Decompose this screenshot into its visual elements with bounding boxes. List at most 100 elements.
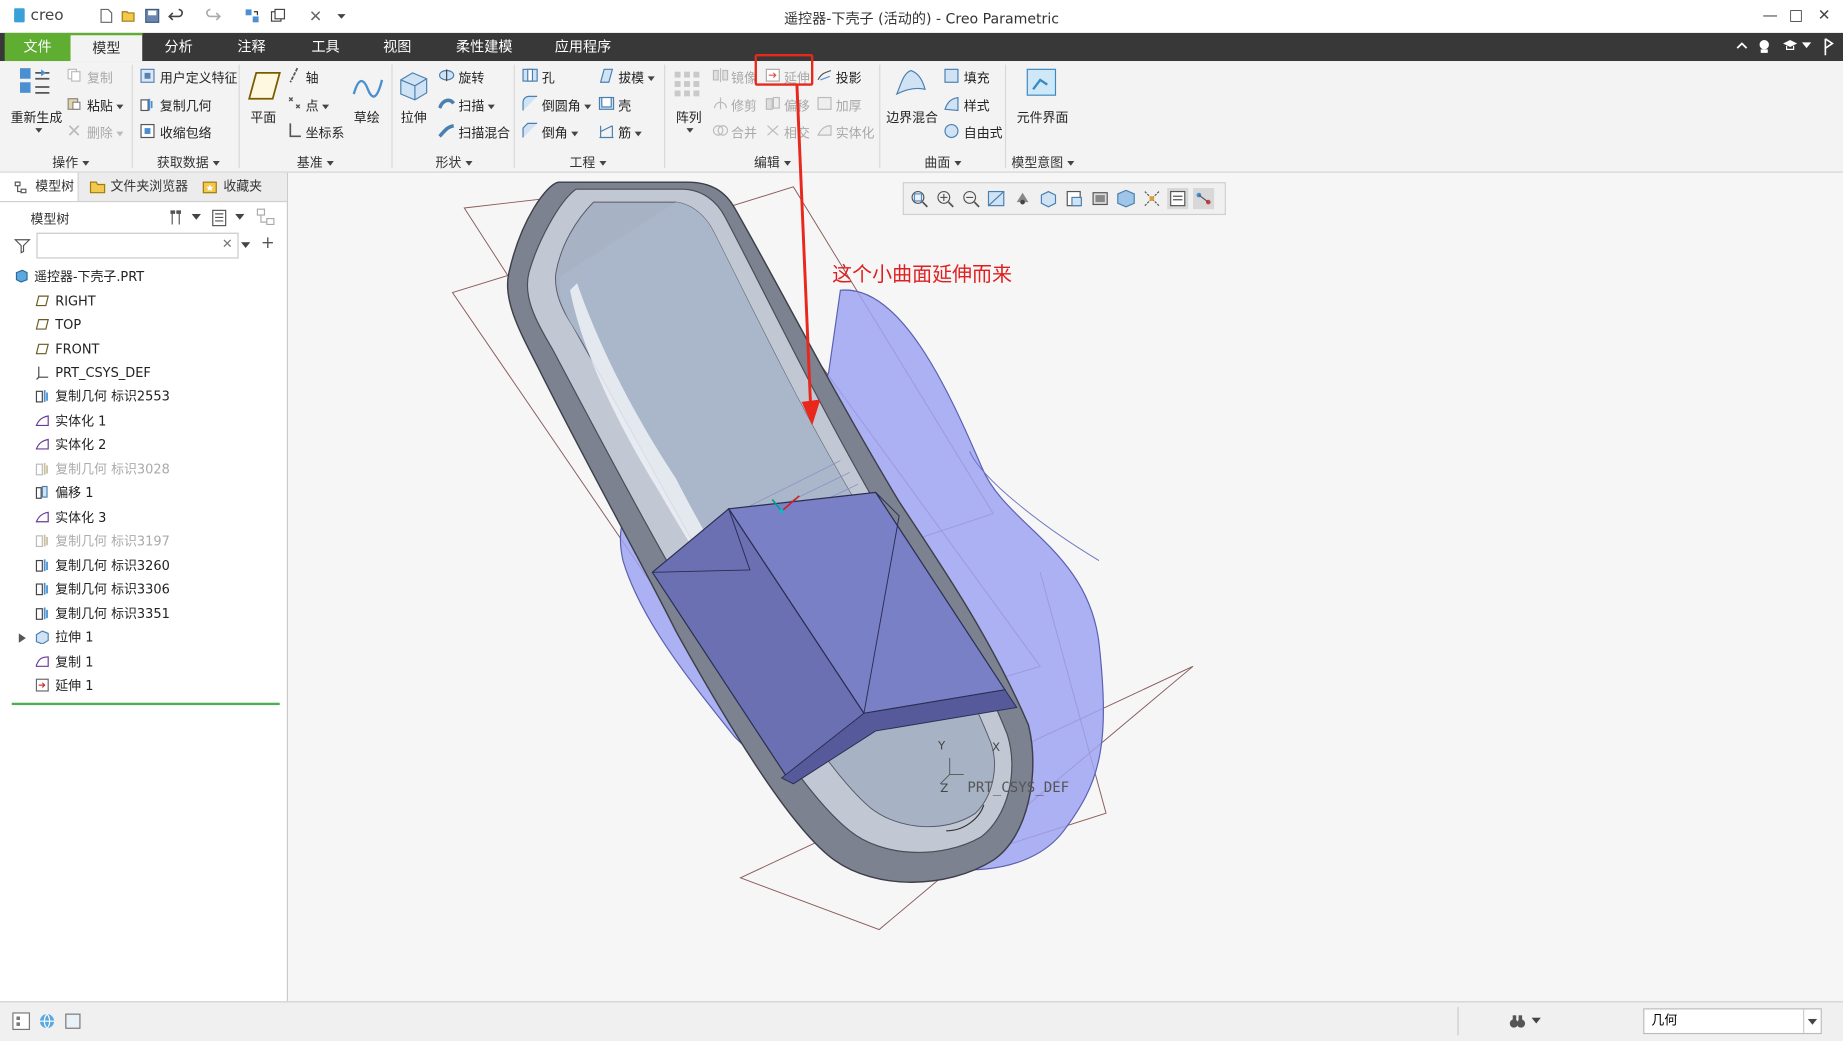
windows-icon[interactable]	[270, 8, 286, 23]
point-button[interactable]: 点	[306, 96, 330, 115]
perspective-icon[interactable]	[1115, 188, 1136, 209]
user-defined-feature-button[interactable]: 用户定义特征	[160, 68, 238, 87]
operations-group-label[interactable]: 操作	[35, 153, 106, 172]
view-manager-icon[interactable]	[1064, 188, 1085, 209]
tree-item-solidify-2[interactable]: 实体化 2	[35, 435, 106, 456]
tab-analysis[interactable]: 分析	[148, 33, 209, 61]
copy-button[interactable]: 复制	[87, 68, 113, 87]
paste-button[interactable]: 粘贴	[87, 96, 124, 115]
show-dropdown-icon[interactable]	[235, 213, 245, 221]
tab-tools[interactable]: 工具	[295, 33, 356, 61]
zoom-out-icon[interactable]	[960, 188, 981, 209]
tree-item-solidify-1[interactable]: 实体化 1	[35, 411, 106, 432]
search-dropdown-icon[interactable]	[240, 242, 251, 249]
undo-icon[interactable]	[168, 8, 183, 23]
zoom-in-icon[interactable]	[934, 188, 955, 209]
find-icon[interactable]	[1508, 1012, 1527, 1031]
redo-icon[interactable]	[206, 8, 221, 23]
chamfer-button[interactable]: 倒角	[542, 123, 579, 142]
merge-button[interactable]: 合并	[731, 123, 757, 142]
engineering-group-label[interactable]: 工程	[552, 153, 623, 172]
creo-logo[interactable]: creo	[14, 7, 64, 25]
sweep-button[interactable]: 扫描	[458, 96, 495, 115]
tree-settings-dropdown-icon[interactable]	[191, 213, 201, 221]
tree-item-solidify-3[interactable]: 实体化 3	[35, 508, 106, 529]
tree-settings-icon[interactable]	[167, 208, 186, 227]
solidify-button[interactable]: 实体化	[836, 123, 875, 142]
selection-filter-select[interactable]: 几何	[1643, 1008, 1822, 1035]
hole-button[interactable]: 孔	[542, 68, 555, 87]
copy-geometry-button[interactable]: 复制几何	[160, 96, 212, 115]
tree-item-copy-geom-3351[interactable]: 复制几何 标识3351	[35, 604, 170, 625]
refit-icon[interactable]	[909, 188, 930, 209]
get-data-group-label[interactable]: 获取数据	[147, 153, 229, 172]
model-view[interactable]: Y X Z PRT_CSYS_DEF	[288, 173, 1843, 1001]
project-button[interactable]: 投影	[836, 68, 862, 87]
maximize-button[interactable]: □	[1783, 5, 1809, 29]
extrude-button[interactable]: 拉伸	[401, 108, 427, 127]
annotation-display-icon[interactable]	[1167, 188, 1189, 210]
saved-orientations-icon[interactable]	[1038, 188, 1059, 209]
close-window-icon[interactable]	[308, 8, 323, 23]
tree-item-copy-geom-3260[interactable]: 复制几何 标识3260	[35, 556, 170, 577]
open-file-icon[interactable]	[121, 8, 136, 23]
customize-qat-icon[interactable]	[334, 8, 349, 23]
freestyle-button[interactable]: 自由式	[964, 123, 1003, 142]
boundary-blend-button[interactable]: 边界混合	[886, 108, 938, 127]
plane-button[interactable]: 平面	[250, 108, 276, 127]
tab-model[interactable]: 模型	[70, 32, 143, 62]
tree-item-copy-geom-3197[interactable]: 复制几何 标识3197	[35, 531, 170, 552]
tree-item-offset-1[interactable]: 偏移 1	[35, 483, 93, 504]
revolve-button[interactable]: 旋转	[458, 68, 484, 87]
learning-icon[interactable]	[1782, 39, 1798, 53]
surfaces-group-label[interactable]: 曲面	[910, 153, 976, 172]
show-navigator-icon[interactable]	[12, 1012, 31, 1031]
repaint-icon[interactable]	[986, 188, 1007, 209]
tree-item-copy-1[interactable]: 复制 1	[35, 652, 93, 673]
tab-applications[interactable]: 应用程序	[545, 33, 620, 61]
axis-button[interactable]: 轴	[306, 68, 319, 87]
model-intent-group-label[interactable]: 模型意图	[1008, 153, 1076, 172]
swept-blend-button[interactable]: 扫描混合	[458, 123, 510, 142]
spin-center-display-icon[interactable]	[1193, 188, 1215, 210]
insert-indicator[interactable]	[11, 702, 280, 706]
save-icon[interactable]	[145, 8, 160, 23]
mirror-button[interactable]: 镜像	[731, 68, 757, 87]
tree-item-top[interactable]: TOP	[35, 315, 81, 336]
tree-item-copy-geom-3028[interactable]: 复制几何 标识3028	[35, 459, 170, 480]
help-dropdown-icon[interactable]	[1801, 42, 1812, 49]
style-button[interactable]: 样式	[964, 96, 990, 115]
datum-group-label[interactable]: 基准	[282, 153, 348, 172]
fill-button[interactable]: 填充	[964, 68, 990, 87]
clear-search-icon[interactable]: ✕	[222, 236, 233, 251]
tab-flexible-modeling[interactable]: 柔性建模	[447, 33, 522, 61]
regenerate-dropdown-icon[interactable]	[35, 128, 43, 133]
shapes-group-label[interactable]: 形状	[421, 153, 487, 172]
draft-button[interactable]: 拔模	[618, 68, 655, 87]
tab-favorites[interactable]: 收藏夹	[197, 173, 282, 201]
tab-annotate[interactable]: 注释	[221, 33, 282, 61]
tree-item-csys[interactable]: PRT_CSYS_DEF	[35, 363, 151, 384]
collapse-ribbon-icon[interactable]	[1735, 39, 1749, 53]
tab-view[interactable]: 视图	[367, 33, 428, 61]
filter-icon[interactable]	[14, 237, 31, 254]
expand-arrow-icon[interactable]	[18, 633, 26, 643]
tab-file[interactable]: 文件	[4, 32, 71, 62]
pattern-dropdown-icon[interactable]	[686, 128, 694, 133]
show-icon[interactable]	[212, 209, 228, 227]
tree-item-front[interactable]: FRONT	[35, 340, 99, 361]
thicken-button[interactable]: 加厚	[836, 96, 862, 115]
tab-folder-browser[interactable]: 文件夹浏览器	[85, 173, 193, 201]
sketch-button[interactable]: 草绘	[354, 108, 380, 127]
show-browser-icon[interactable]	[38, 1012, 57, 1031]
tree-item-part[interactable]: 遥控器-下壳子.PRT	[14, 267, 144, 288]
tree-search-input[interactable]: ✕	[36, 232, 239, 259]
tree-item-copy-geom-3306[interactable]: 复制几何 标识3306	[35, 579, 170, 600]
datum-display-icon[interactable]	[1141, 188, 1162, 209]
filter-dropdown-icon[interactable]	[1807, 1018, 1818, 1026]
tree-item-right[interactable]: RIGHT	[35, 291, 96, 312]
add-filter-icon[interactable]: +	[261, 234, 275, 253]
rib-button[interactable]: 筋	[618, 123, 642, 142]
display-style-icon[interactable]	[1090, 188, 1111, 209]
minimize-button[interactable]: —	[1757, 5, 1783, 29]
